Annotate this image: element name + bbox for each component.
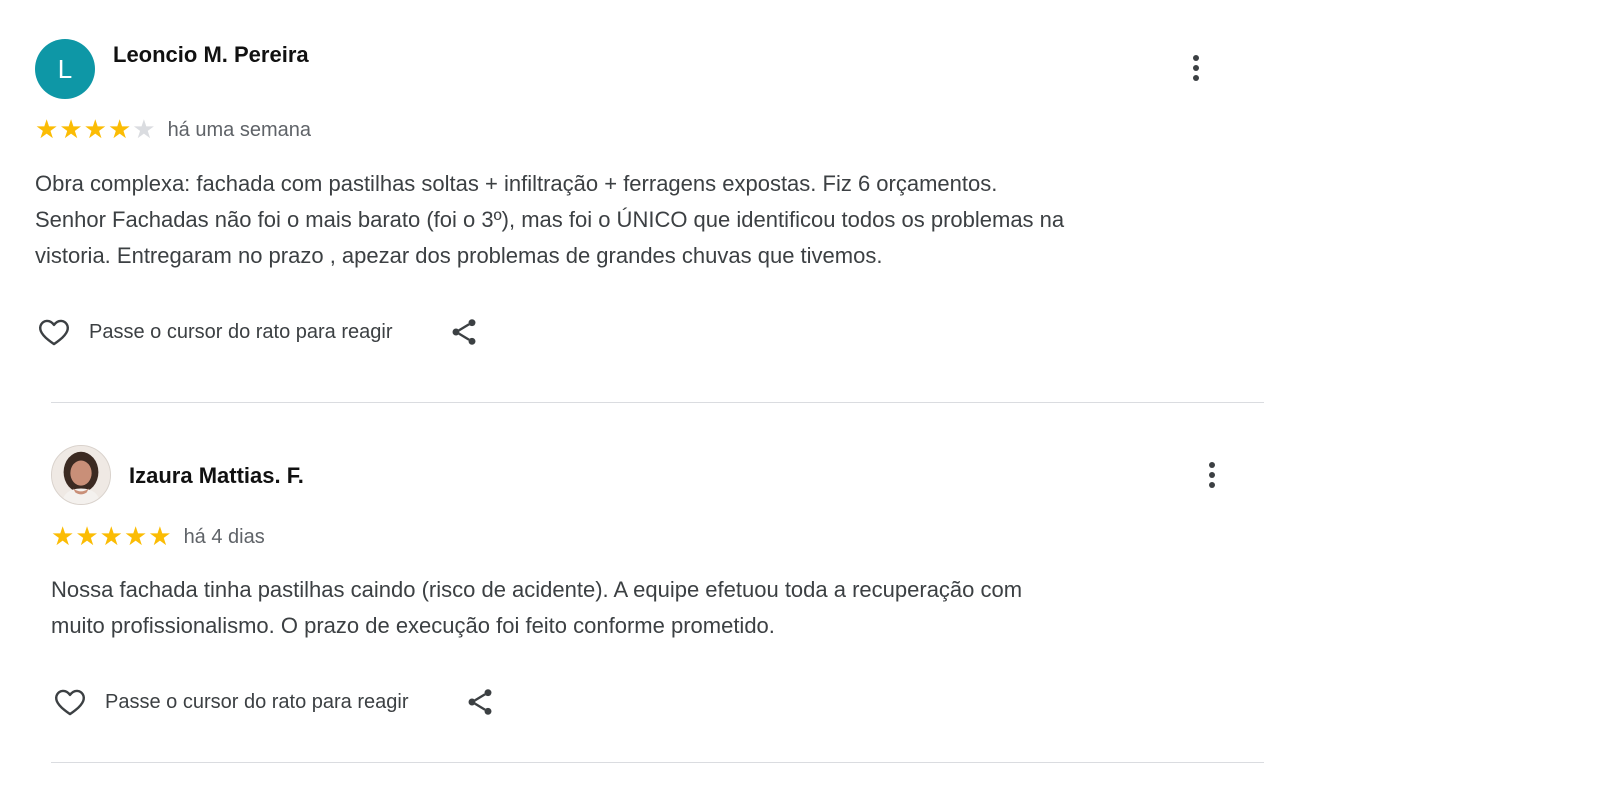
rating-row: ★ ★ ★ ★ ★ há uma semana (35, 116, 311, 144)
reviews-page: L Leoncio M. Pereira ★ ★ ★ ★ ★ há uma semana… (0, 0, 1600, 800)
star-icon: ★ (132, 115, 156, 145)
more-vert-icon-dot (1209, 482, 1215, 488)
avatar[interactable] (51, 445, 111, 505)
react-hint: Passe o cursor do rato para reagir (89, 320, 393, 343)
review-time: há 4 dias (183, 525, 265, 548)
review-time: há uma semana (167, 118, 311, 141)
heart-outline-icon (55, 689, 85, 716)
star-icon: ★ (75, 522, 99, 552)
avatar[interactable]: L (35, 39, 95, 99)
review-text: Obra complexa: fachada com pastilhas sol… (35, 171, 1065, 268)
more-options-button[interactable] (1200, 457, 1224, 493)
profile-photo-icon (52, 446, 110, 504)
more-vert-icon (1193, 55, 1199, 61)
more-vert-icon-dot (1193, 65, 1199, 71)
star-icon: ★ (83, 115, 107, 145)
share-icon (468, 689, 491, 715)
react-hint: Passe o cursor do rato para reagir (105, 690, 409, 713)
review-text: Nossa fachada tinha pastilhas caindo (ri… (51, 577, 1023, 638)
share-icon (452, 319, 475, 345)
divider (51, 762, 1264, 763)
star-icon: ★ (107, 115, 132, 145)
avatar-letter: L (57, 53, 73, 84)
star-icon: ★ (148, 522, 172, 552)
review-actions: Passe o cursor do rato para reagir (35, 312, 481, 352)
star-rating: ★ ★ ★ ★ ★ (51, 524, 172, 550)
react-button[interactable] (51, 684, 89, 720)
share-button[interactable] (463, 684, 497, 720)
star-icon: ★ (99, 522, 123, 552)
star-icon: ★ (59, 115, 83, 145)
share-button[interactable] (447, 314, 481, 350)
more-vert-icon (1209, 462, 1215, 468)
more-vert-icon-dot (1209, 472, 1215, 478)
review-actions: Passe o cursor do rato para reagir (51, 682, 497, 722)
more-vert-icon-dot (1193, 75, 1199, 81)
author-name[interactable]: Izaura Mattias. F. (129, 463, 304, 489)
star-icon: ★ (123, 522, 148, 552)
heart-outline-icon (39, 319, 69, 346)
more-options-button[interactable] (1184, 50, 1208, 86)
react-button[interactable] (35, 314, 73, 350)
rating-row: ★ ★ ★ ★ ★ há 4 dias (51, 523, 265, 551)
star-icon: ★ (51, 522, 75, 552)
author-name[interactable]: Leoncio M. Pereira (113, 42, 309, 68)
star-rating: ★ ★ ★ ★ ★ (35, 117, 156, 143)
divider (51, 402, 1264, 403)
star-icon: ★ (35, 115, 59, 145)
